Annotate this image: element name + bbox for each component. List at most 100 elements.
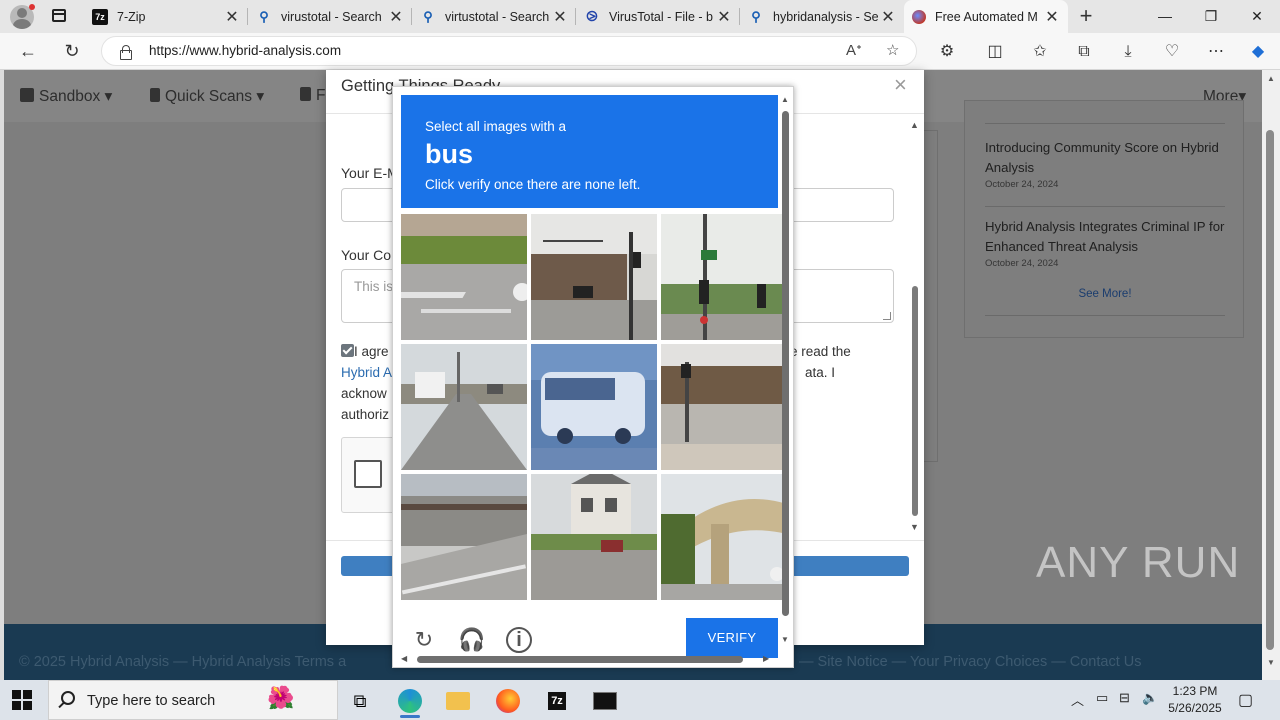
restore-icon[interactable]: ❐ (1188, 0, 1234, 33)
cube-icon (20, 88, 34, 102)
page-scrollbar[interactable]: ▲ ▼ (1262, 70, 1280, 680)
terminal-icon[interactable] (585, 684, 625, 718)
nav-sandbox[interactable]: Sandbox ▾ (20, 87, 112, 106)
minimize-icon[interactable]: — (1142, 0, 1188, 33)
news-date: October 24, 2024 (985, 258, 1059, 269)
captcha-tile-9[interactable] (661, 474, 787, 600)
file-explorer-icon[interactable] (438, 684, 478, 718)
notifications-icon[interactable]: ▢ (1238, 690, 1253, 710)
info-icon[interactable]: i (506, 627, 532, 653)
read-aloud-icon[interactable]: Aᐩ (846, 41, 862, 59)
extensions-icon[interactable]: ⚙ (934, 40, 960, 64)
favorites-icon[interactable]: ✩ (1027, 40, 1053, 64)
windows-start-icon[interactable] (12, 690, 32, 710)
copilot-icon[interactable]: ◆ (1245, 40, 1271, 64)
nav-quick-scans[interactable]: Quick Scans ▾ (150, 87, 264, 106)
terms-link[interactable]: Hybrid A (341, 365, 392, 380)
refresh-challenge-icon[interactable]: ↻ (411, 627, 437, 653)
search-highlight-icon: 🌺 (267, 685, 295, 710)
task-view-icon[interactable]: ⧉ (340, 684, 380, 718)
captcha-target-word: bus (425, 139, 474, 169)
virustotal-icon: ⧁ (586, 8, 598, 24)
scroll-thumb[interactable] (417, 656, 743, 663)
captcha-subtext: Click verify once there are none left. (425, 177, 641, 192)
captcha-tile-7[interactable] (401, 474, 527, 600)
divider (985, 206, 1225, 207)
agree-checkbox[interactable] (341, 344, 354, 357)
volume-icon[interactable]: 🔈 (1142, 690, 1158, 706)
file-icon (150, 88, 160, 102)
address-bar[interactable]: https://www.hybrid-analysis.com Aᐩ ☆ (101, 36, 917, 66)
captcha-tile-6[interactable] (661, 344, 787, 470)
tab-hybrid-analysis[interactable]: Free Automated M ✕ (904, 0, 1068, 33)
captcha-tile-8[interactable] (531, 474, 657, 600)
captcha-tile-2[interactable] (531, 214, 657, 340)
network-icon[interactable]: ⊟ (1119, 690, 1130, 706)
captcha-vertical-scrollbar[interactable]: ▲ ▼ (779, 95, 791, 650)
new-tab-icon[interactable]: + (1074, 4, 1098, 28)
search-icon: ⚲ (751, 8, 761, 24)
news-item[interactable]: Introducing Community Score on Hybrid An… (985, 138, 1230, 192)
tab-virustotal-file[interactable]: ⧁ VirusTotal - File - b ✕ (576, 0, 740, 33)
audio-challenge-icon[interactable]: 🎧 (458, 627, 485, 653)
taskbar-search[interactable]: Type here to search 🌺 (48, 680, 338, 720)
tab-virtustotal-search[interactable]: ⚲ virtustotal - Search ✕ (412, 0, 576, 33)
captcha-tile-4[interactable] (401, 344, 527, 470)
tab-title: hybridanalysis - Se (773, 9, 879, 24)
search-icon (61, 691, 75, 705)
resize-handle-icon[interactable] (883, 312, 891, 320)
see-more-link[interactable]: See More! (965, 288, 1245, 300)
system-clock[interactable]: 1:23 PM 5/26/2025 (1160, 683, 1230, 717)
tab-hybridanalysis-search[interactable]: ⚲ hybridanalysis - Se ✕ (740, 0, 904, 33)
news-title[interactable]: Introducing Community Score on Hybrid An… (985, 138, 1230, 178)
downloads-icon[interactable]: ⤓ (1115, 40, 1141, 64)
close-tab-icon[interactable]: ✕ (224, 7, 240, 27)
tab-actions-icon[interactable] (48, 6, 70, 26)
search-icon: ⚲ (259, 8, 269, 24)
captcha-image-grid (401, 214, 787, 601)
tab-title: 7-Zip (117, 9, 146, 24)
show-hidden-icons-icon[interactable]: ︿ (1071, 690, 1084, 709)
footer-links[interactable]: — Site Notice — Your Privacy Choices — C… (799, 654, 1142, 670)
tab-7zip[interactable]: 7z 7-Zip ✕ (84, 0, 248, 33)
settings-more-icon[interactable]: ⋯ (1203, 40, 1229, 64)
agree-line: ata. I (805, 365, 836, 380)
back-icon[interactable]: ← (13, 37, 43, 65)
captcha-tile-1[interactable] (401, 214, 527, 340)
news-item[interactable]: Hybrid Analysis Integrates Criminal IP f… (985, 217, 1230, 271)
tab-virustotal-search[interactable]: ⚲ virustotal - Search ✕ (248, 0, 412, 33)
close-tab-icon[interactable]: ✕ (716, 7, 732, 27)
divider (985, 123, 1225, 124)
close-tab-icon[interactable]: ✕ (388, 7, 404, 27)
windows-taskbar: Type here to search 🌺 ⧉ 7z ︿ ▭ ⊟ 🔈 1:23 … (0, 680, 1280, 720)
collections-icon[interactable]: ⧉ (1071, 40, 1097, 64)
scroll-thumb[interactable] (1266, 130, 1274, 650)
split-screen-icon[interactable]: ◫ (982, 40, 1008, 64)
lock-icon[interactable] (119, 45, 132, 60)
edge-icon[interactable] (390, 684, 430, 718)
captcha-instruction: Select all images with a (425, 119, 567, 134)
nav-partial[interactable]: F (300, 87, 325, 105)
firefox-icon[interactable] (488, 684, 528, 718)
close-tab-icon[interactable]: ✕ (552, 7, 568, 27)
device-icon[interactable]: ▭ (1096, 690, 1108, 706)
refresh-icon[interactable]: ↻ (57, 37, 87, 65)
browser-essentials-icon[interactable]: ♡ (1159, 40, 1185, 64)
captcha-tile-3[interactable] (661, 214, 787, 340)
url-text[interactable]: https://www.hybrid-analysis.com (149, 43, 341, 58)
favorite-star-icon[interactable]: ☆ (886, 41, 899, 59)
7zip-taskbar-icon[interactable]: 7z (537, 684, 577, 718)
scroll-thumb[interactable] (782, 111, 789, 616)
news-title[interactable]: Hybrid Analysis Integrates Criminal IP f… (985, 217, 1230, 257)
watermark-text: ANY RUN (1036, 538, 1241, 587)
close-tab-icon[interactable]: ✕ (1044, 7, 1060, 27)
verify-button[interactable]: VERIFY (686, 618, 778, 658)
close-icon[interactable]: × (894, 72, 907, 98)
captcha-horizontal-scrollbar[interactable]: ◀ ▶ (397, 653, 777, 665)
hcaptcha-checkbox[interactable] (354, 460, 382, 488)
close-window-icon[interactable]: ✕ (1234, 0, 1280, 33)
captcha-tile-5[interactable] (531, 344, 657, 470)
modal-scrollbar[interactable]: ▲ ▼ (908, 118, 922, 538)
scroll-thumb[interactable] (912, 286, 918, 516)
close-tab-icon[interactable]: ✕ (880, 7, 896, 27)
